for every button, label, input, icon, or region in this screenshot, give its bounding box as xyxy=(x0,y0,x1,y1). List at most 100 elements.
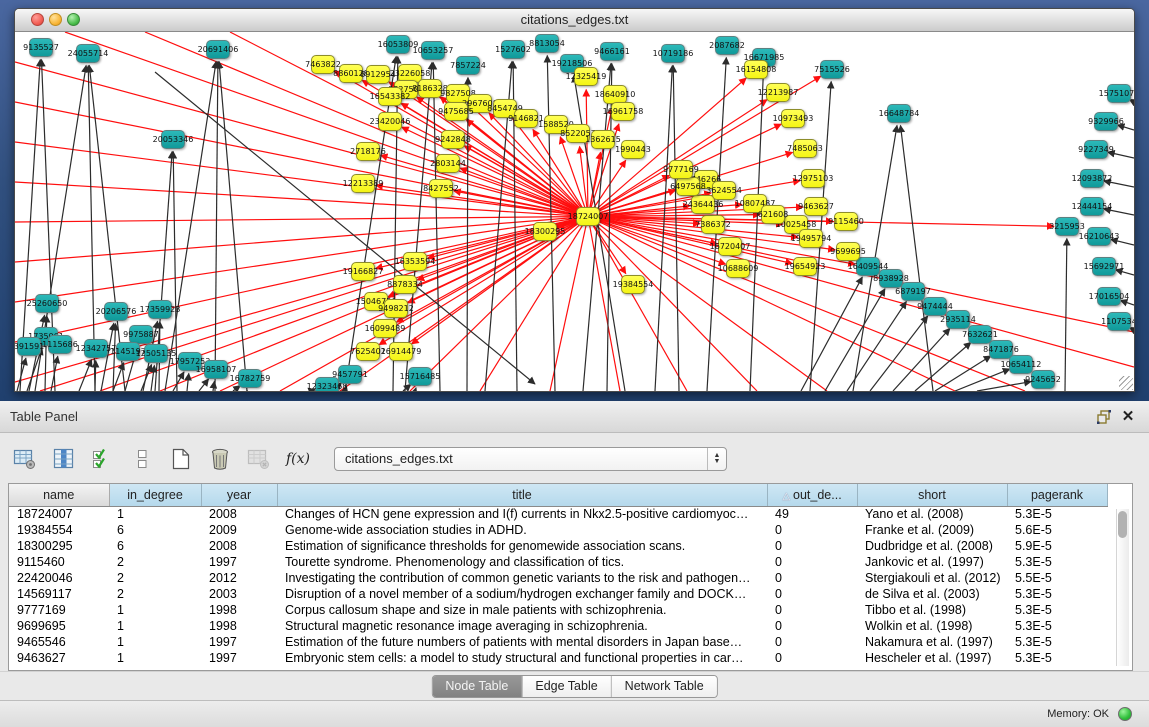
table-cell[interactable]: 0 xyxy=(767,602,857,618)
graph-node[interactable]: 8938928 xyxy=(879,269,903,288)
table-cell[interactable]: 0 xyxy=(767,586,857,602)
graph-node[interactable]: 8813054 xyxy=(535,34,559,53)
table-cell[interactable]: 18300295 xyxy=(9,538,109,554)
table-cell[interactable]: 2003 xyxy=(201,586,277,602)
table-cell[interactable]: 2009 xyxy=(201,522,277,538)
tab-edge-table[interactable]: Edge Table xyxy=(522,676,611,697)
graph-node[interactable]: 16961758 xyxy=(611,102,635,121)
table-cell[interactable]: Investigating the contribution of common… xyxy=(277,570,767,586)
graph-node[interactable]: 6879197 xyxy=(901,282,925,301)
graph-node[interactable]: 9699695 xyxy=(836,242,860,261)
table-cell[interactable]: 2 xyxy=(109,554,201,570)
node-table[interactable]: namein_degreeyeartitle△out_de...shortpag… xyxy=(8,483,1133,671)
graph-node[interactable]: 8878334 xyxy=(393,275,417,294)
graph-node[interactable]: 1107534 xyxy=(1107,312,1131,331)
table-cell[interactable]: Franke et al. (2009) xyxy=(857,522,1007,538)
table-cell[interactable]: 9465546 xyxy=(9,634,109,650)
table-cell[interactable]: Estimation of the future numbers of pati… xyxy=(277,634,767,650)
table-cell[interactable]: 5.3E-5 xyxy=(1007,586,1107,602)
graph-node[interactable]: 16210643 xyxy=(1087,227,1111,246)
table-cell[interactable]: 5.3E-5 xyxy=(1007,618,1107,634)
table-cell[interactable]: Tourette syndrome. Phenomenology and cla… xyxy=(277,554,767,570)
table-mode-button[interactable] xyxy=(10,445,40,473)
graph-node[interactable]: 7485063 xyxy=(793,139,817,158)
table-cell[interactable]: 0 xyxy=(767,538,857,554)
table-row[interactable]: 969969511998Structural magnetic resonanc… xyxy=(9,618,1107,634)
graph-node[interactable]: 16648784 xyxy=(887,104,911,123)
table-cell[interactable]: 0 xyxy=(767,570,857,586)
table-cell[interactable]: 1 xyxy=(109,618,201,634)
table-cell[interactable]: Structural magnetic resonance image aver… xyxy=(277,618,767,634)
table-cell[interactable]: 18724007 xyxy=(9,506,109,522)
table-row[interactable]: 1830029562008Estimation of significance … xyxy=(9,538,1107,554)
table-cell[interactable]: 1998 xyxy=(201,602,277,618)
canvas-resize-grip-icon[interactable] xyxy=(1119,376,1133,390)
table-cell[interactable]: 2008 xyxy=(201,538,277,554)
graph-node[interactable]: 12342757 xyxy=(84,339,108,358)
graph-node[interactable]: 24055714 xyxy=(76,44,100,63)
graph-node[interactable]: 7857224 xyxy=(456,56,480,75)
graph-node[interactable]: 10653257 xyxy=(421,41,445,60)
graph-node[interactable]: 19654923 xyxy=(793,257,817,276)
graph-node[interactable]: 7463822 xyxy=(311,55,335,74)
table-cell[interactable]: 0 xyxy=(767,522,857,538)
table-cell[interactable]: Disruption of a novel member of a sodium… xyxy=(277,586,767,602)
graph-node[interactable]: 10654112 xyxy=(1009,355,1033,374)
graph-hub-node[interactable]: 18724007 xyxy=(576,207,600,226)
table-cell[interactable]: 2012 xyxy=(201,570,277,586)
graph-node[interactable]: 12323468 xyxy=(315,377,339,391)
graph-node[interactable]: 9466161 xyxy=(600,42,624,61)
table-cell[interactable]: Estimation of significance thresholds fo… xyxy=(277,538,767,554)
tab-node-table[interactable]: Node Table xyxy=(432,676,522,697)
network-view-window[interactable]: citations_edges.txt 18724007913552724055… xyxy=(14,8,1135,392)
graph-node[interactable]: 17359928 xyxy=(148,300,172,319)
table-selector-dropdown[interactable]: citations_edges.txt ▲▼ xyxy=(334,447,727,471)
graph-node[interactable]: 17016504 xyxy=(1097,287,1121,306)
graph-node[interactable]: 12213987 xyxy=(766,83,790,102)
delete-table-button[interactable] xyxy=(244,445,274,473)
column-header-in_degree[interactable]: in_degree xyxy=(109,484,201,506)
graph-node[interactable]: 16914479 xyxy=(389,342,413,361)
table-cell[interactable]: 1998 xyxy=(201,618,277,634)
graph-node[interactable]: 15716485 xyxy=(408,367,432,386)
graph-node[interactable]: 19384554 xyxy=(621,275,645,294)
graph-node[interactable]: 15751074 xyxy=(1107,84,1131,103)
graph-node[interactable]: 12444154 xyxy=(1080,197,1104,216)
table-row[interactable]: 1938455462009Genome-wide association stu… xyxy=(9,522,1107,538)
graph-node[interactable]: 12093872 xyxy=(1080,169,1104,188)
graph-node[interactable]: 15692971 xyxy=(1092,257,1116,276)
table-cell[interactable]: 0 xyxy=(767,618,857,634)
table-cell[interactable]: 9115460 xyxy=(9,554,109,570)
table-cell[interactable]: 9777169 xyxy=(9,602,109,618)
graph-node[interactable]: 23420046 xyxy=(378,112,402,131)
table-cell[interactable]: 5.3E-5 xyxy=(1007,634,1107,650)
table-cell[interactable]: 1 xyxy=(109,650,201,666)
column-header-short[interactable]: short xyxy=(857,484,1007,506)
graph-node[interactable]: 2718176 xyxy=(356,142,380,161)
table-scrollbar-thumb[interactable] xyxy=(1118,511,1127,538)
column-header-year[interactable]: year xyxy=(201,484,277,506)
table-row[interactable]: 1456911722003Disruption of a novel membe… xyxy=(9,586,1107,602)
table-cell[interactable]: Embryonic stem cells: a model to study s… xyxy=(277,650,767,666)
table-cell[interactable]: Jankovic et al. (1997) xyxy=(857,554,1007,570)
graph-node[interactable]: 1115686 xyxy=(48,335,72,354)
table-cell[interactable]: 5.5E-5 xyxy=(1007,570,1107,586)
graph-node[interactable]: 10719186 xyxy=(661,44,685,63)
graph-node[interactable]: 9463627 xyxy=(804,197,828,216)
graph-node[interactable]: 25260650 xyxy=(35,294,59,313)
table-cell[interactable]: 1997 xyxy=(201,634,277,650)
table-cell[interactable]: Genome-wide association studies in ADHD. xyxy=(277,522,767,538)
table-cell[interactable]: 1997 xyxy=(201,650,277,666)
graph-node[interactable]: 20206576 xyxy=(104,302,128,321)
table-cell[interactable]: 1 xyxy=(109,602,201,618)
graph-node[interactable]: 9498212 xyxy=(384,299,408,318)
table-cell[interactable]: 0 xyxy=(767,650,857,666)
table-cell[interactable]: 22420046 xyxy=(9,570,109,586)
graph-node[interactable]: 2087682 xyxy=(715,36,739,55)
graph-node[interactable]: 19495794 xyxy=(799,229,823,248)
select-all-button[interactable] xyxy=(88,445,118,473)
table-row[interactable]: 946362711997Embryonic stem cells: a mode… xyxy=(9,650,1107,666)
table-cell[interactable]: 6 xyxy=(109,538,201,554)
graph-node[interactable]: 19166827 xyxy=(351,262,375,281)
table-cell[interactable]: 9699695 xyxy=(9,618,109,634)
